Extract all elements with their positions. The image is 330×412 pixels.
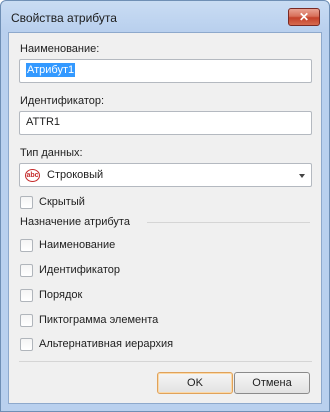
group-divider bbox=[147, 222, 310, 223]
cancel-button[interactable]: Отмена bbox=[234, 372, 310, 394]
purpose-checkbox-label[interactable]: Идентификатор bbox=[39, 264, 120, 276]
ok-button[interactable]: OK bbox=[157, 372, 233, 394]
purpose-group-title: Назначение атрибута bbox=[20, 216, 130, 228]
purpose-order-checkbox[interactable] bbox=[20, 289, 33, 302]
id-input-value: ATTR1 bbox=[26, 116, 61, 128]
purpose-icon-checkbox[interactable] bbox=[20, 314, 33, 327]
title-bar[interactable]: Свойства атрибута ✕ bbox=[1, 1, 329, 31]
datatype-label: Тип данных: bbox=[20, 147, 83, 159]
hidden-checkbox[interactable] bbox=[20, 196, 33, 209]
purpose-id-checkbox[interactable] bbox=[20, 264, 33, 277]
purpose-checkbox-label[interactable]: Порядок bbox=[39, 289, 82, 301]
window-title: Свойства атрибута bbox=[11, 11, 117, 25]
name-label: Наименование: bbox=[20, 43, 100, 55]
hidden-checkbox-label[interactable]: Скрытый bbox=[39, 196, 85, 208]
dialog-body: Наименование: Атрибут1 Идентификатор: AT… bbox=[8, 32, 322, 404]
abc-string-icon: abc bbox=[25, 169, 40, 182]
purpose-althierarchy-checkbox[interactable] bbox=[20, 338, 33, 351]
purpose-checkbox-label[interactable]: Альтернативная иерархия bbox=[39, 338, 173, 350]
name-input[interactable]: Атрибут1 bbox=[19, 59, 312, 83]
purpose-name-checkbox[interactable] bbox=[20, 239, 33, 252]
id-label: Идентификатор: bbox=[20, 95, 105, 107]
chevron-down-icon[interactable] bbox=[299, 174, 305, 178]
datatype-value: Строковый bbox=[47, 169, 104, 181]
datatype-dropdown[interactable]: abc Строковый bbox=[19, 163, 312, 187]
close-icon: ✕ bbox=[298, 10, 310, 24]
id-input[interactable]: ATTR1 bbox=[19, 111, 312, 135]
dialog-window: Свойства атрибута ✕ Наименование: Атрибу… bbox=[0, 0, 330, 412]
footer-divider bbox=[19, 361, 312, 362]
name-input-value: Атрибут1 bbox=[26, 63, 76, 77]
purpose-checkbox-label[interactable]: Пиктограмма элемента bbox=[39, 314, 158, 326]
purpose-checkbox-label[interactable]: Наименование bbox=[39, 239, 115, 251]
close-button[interactable]: ✕ bbox=[288, 8, 320, 26]
